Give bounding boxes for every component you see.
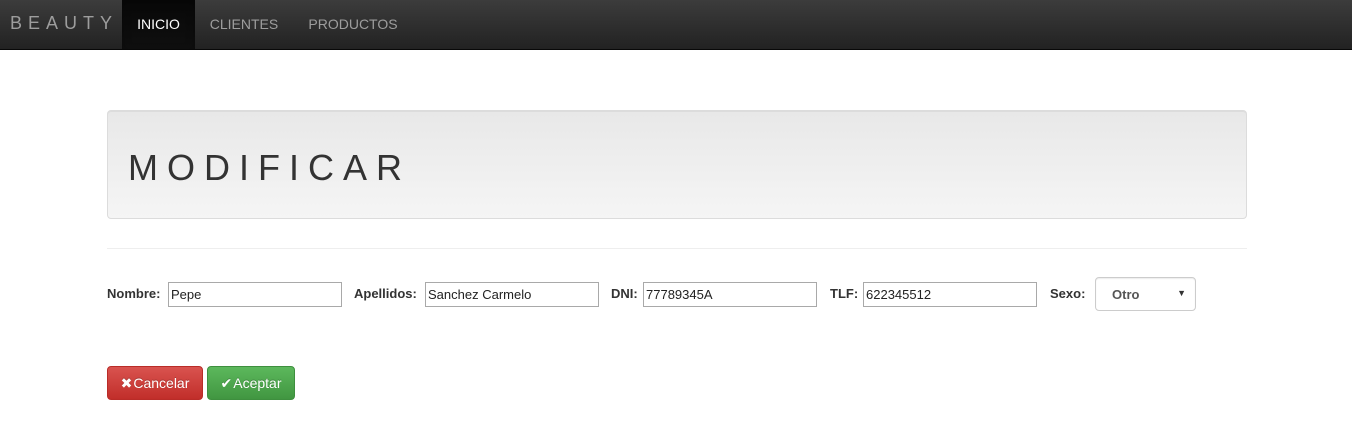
page-title: MODIFICAR: [128, 147, 411, 188]
x-icon: ✖: [120, 375, 133, 391]
apellidos-input[interactable]: [425, 282, 599, 307]
nombre-input[interactable]: [168, 282, 342, 307]
sexo-selected-value: Otro: [1112, 287, 1140, 302]
cancel-button-label: Cancelar: [133, 375, 190, 391]
edit-client-form: Nombre: Apellidos: DNI: TLF: Sexo: Otro …: [107, 277, 1247, 311]
accept-button[interactable]: ✔Aceptar: [207, 366, 295, 400]
tlf-label: TLF:: [830, 286, 859, 301]
divider: [107, 248, 1247, 249]
nav-item-inicio[interactable]: INICIO: [122, 0, 195, 49]
nav-item-productos[interactable]: PRODUCTOS: [293, 0, 413, 49]
dni-label: DNI:: [611, 286, 638, 301]
brand-logo[interactable]: BEAUTY: [10, 13, 118, 34]
apellidos-label: Apellidos:: [354, 286, 417, 301]
page-header-panel: MODIFICAR: [107, 110, 1247, 219]
accept-button-label: Aceptar: [233, 375, 282, 391]
sexo-select[interactable]: Otro ▼: [1095, 277, 1196, 311]
nav-item-clientes[interactable]: CLIENTES: [195, 0, 293, 49]
nombre-label: Nombre:: [107, 286, 161, 301]
cancel-button[interactable]: ✖Cancelar: [107, 366, 203, 400]
dni-input[interactable]: [643, 282, 817, 307]
check-icon: ✔: [220, 375, 233, 391]
tlf-input[interactable]: [863, 282, 1037, 307]
top-navbar: BEAUTY INICIO CLIENTES PRODUCTOS: [0, 0, 1352, 50]
chevron-down-icon: ▼: [1177, 288, 1186, 298]
sexo-label: Sexo:: [1050, 286, 1086, 301]
